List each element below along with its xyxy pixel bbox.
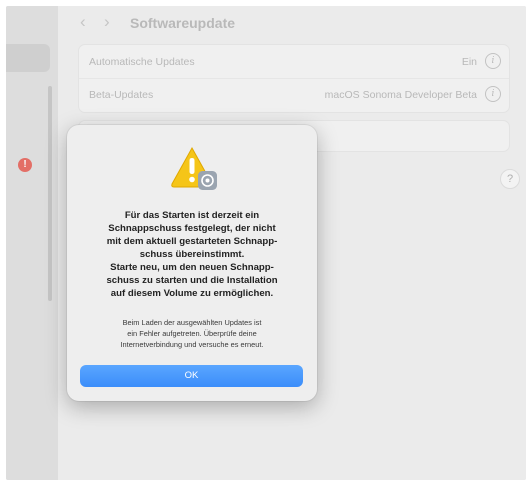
ok-button[interactable]: OK [80,365,303,387]
dialog-message: Beim Laden der ausgewählten Updates ist … [120,318,264,349]
dialog-title: Für das Starten ist derzeit ein Schnapps… [106,210,278,299]
warning-icon [171,146,217,190]
alert-dialog: Für das Starten ist derzeit ein Schnapps… [67,125,317,401]
